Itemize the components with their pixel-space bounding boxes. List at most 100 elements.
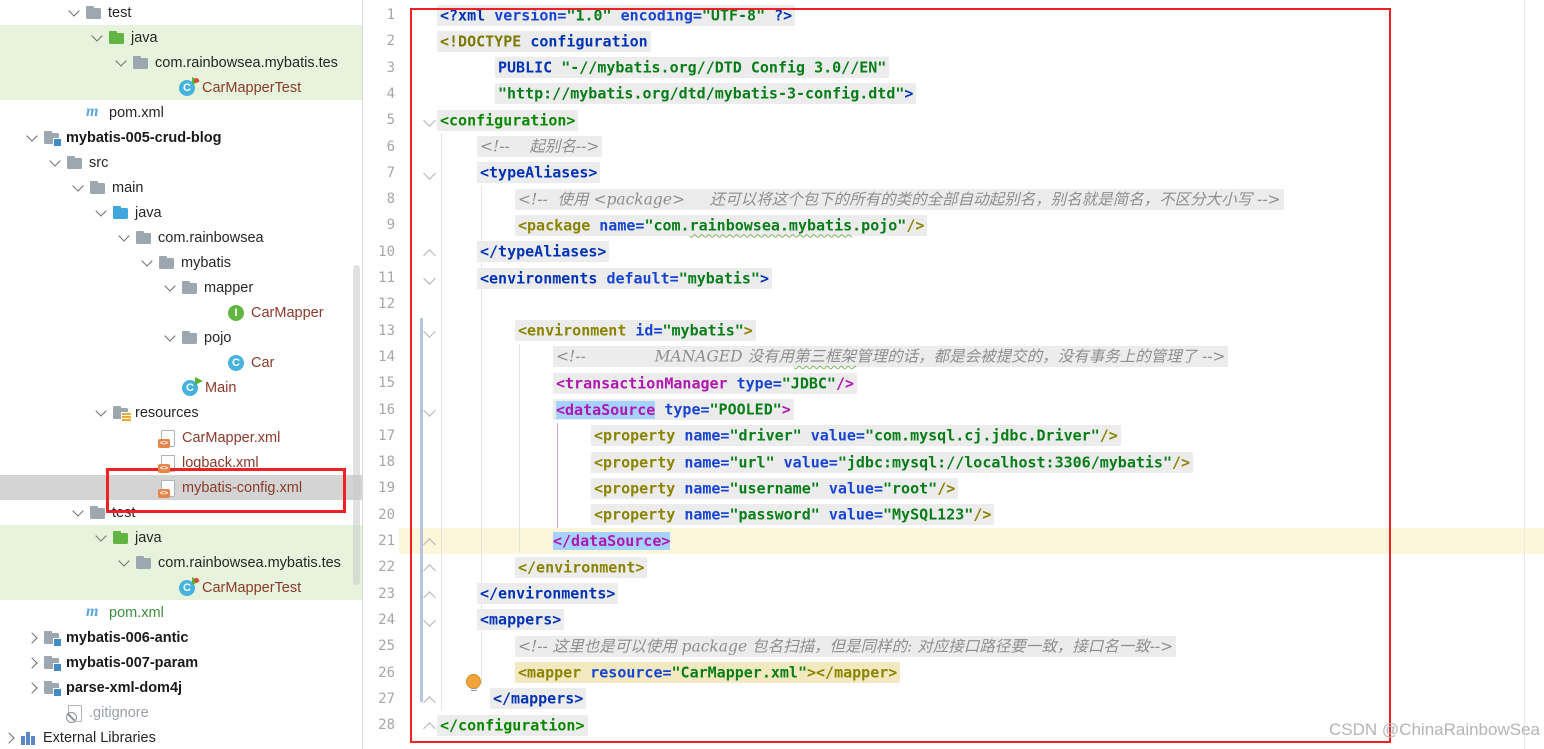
code-line-3[interactable]: 3PUBLIC "-//mybatis.org//DTD Config 3.0/…	[363, 55, 1544, 81]
code-text: </environments>	[477, 583, 618, 604]
tree-item-test[interactable]: test	[0, 500, 362, 525]
code-line-24[interactable]: 24<mappers>	[363, 607, 1544, 633]
code-line-14[interactable]: 14<!-- MANAGED 没有用第三框架管理的话，都是会被提交的，没有事务上…	[363, 344, 1544, 370]
tree-item-carmapper[interactable]: ICarMapper	[0, 300, 362, 325]
folder-module-icon	[43, 130, 61, 146]
code-line-7[interactable]: 7<typeAliases>	[363, 160, 1544, 186]
chevron-down-icon[interactable]	[26, 130, 37, 141]
code-line-4[interactable]: 4"http://mybatis.org/dtd/mybatis-3-confi…	[363, 81, 1544, 107]
intention-bulb-icon[interactable]	[466, 674, 481, 689]
chevron-right-icon[interactable]	[26, 682, 37, 693]
line-number: 3	[365, 55, 395, 81]
code-line-17[interactable]: 17<property name="driver" value="com.mys…	[363, 423, 1544, 449]
tree-scrollbar-thumb[interactable]	[353, 265, 360, 585]
tree-item-resources[interactable]: resources	[0, 400, 362, 425]
chevron-right-icon[interactable]	[3, 732, 14, 743]
tree-item-com-rainbowsea[interactable]: com.rainbowsea	[0, 225, 362, 250]
tree-item-java[interactable]: java	[0, 525, 362, 550]
tree-item-main[interactable]: CMain	[0, 375, 362, 400]
editor-panel[interactable]: 1<?xml version="1.0" encoding="UTF-8" ?>…	[363, 0, 1544, 749]
code-line-10[interactable]: 10</typeAliases>	[363, 239, 1544, 265]
tree-item-car[interactable]: CCar	[0, 350, 362, 375]
tree-item-java[interactable]: java	[0, 200, 362, 225]
fold-end-icon[interactable]	[423, 591, 436, 604]
tree-item-mapper[interactable]: mapper	[0, 275, 362, 300]
tree-item-logback-xml[interactable]: logback.xml	[0, 450, 362, 475]
line-number: 4	[365, 81, 395, 107]
tree-item-mybatis-005-crud-blog[interactable]: mybatis-005-crud-blog	[0, 125, 362, 150]
code-line-2[interactable]: 2<!DOCTYPE configuration	[363, 28, 1544, 54]
tree-item-java[interactable]: java	[0, 25, 362, 50]
code-line-27[interactable]: 27</mappers>	[363, 686, 1544, 712]
tree-item-mybatis-007-param[interactable]: mybatis-007-param	[0, 650, 362, 675]
tree-item-mybatis-config-xml[interactable]: mybatis-config.xml	[0, 475, 362, 500]
code-text: <dataSource type="POOLED">	[553, 399, 794, 420]
chevron-down-icon[interactable]	[95, 405, 106, 416]
code-text: <typeAliases>	[477, 162, 600, 183]
fold-expanded-icon[interactable]	[423, 167, 436, 180]
fold-expanded-icon[interactable]	[423, 325, 436, 338]
chevron-down-icon[interactable]	[115, 55, 126, 66]
chevron-down-icon[interactable]	[164, 330, 175, 341]
fold-expanded-icon[interactable]	[423, 614, 436, 627]
fold-end-icon[interactable]	[423, 249, 436, 262]
code-line-9[interactable]: 9<package name="com.rainbowsea.mybatis.p…	[363, 212, 1544, 238]
chevron-down-icon[interactable]	[95, 205, 106, 216]
tree-item-com-rainbowsea-mybatis-tes[interactable]: com.rainbowsea.mybatis.tes	[0, 50, 362, 75]
chevron-down-icon[interactable]	[118, 555, 129, 566]
code-line-16[interactable]: 16<dataSource type="POOLED">	[363, 397, 1544, 423]
chevron-down-icon[interactable]	[141, 255, 152, 266]
code-line-20[interactable]: 20<property name="password" value="MySQL…	[363, 502, 1544, 528]
chevron-down-icon[interactable]	[72, 505, 83, 516]
code-line-18[interactable]: 18<property name="url" value="jdbc:mysql…	[363, 449, 1544, 475]
chevron-down-icon[interactable]	[118, 230, 129, 241]
code-text: <mapper resource="CarMapper.xml"></mappe…	[515, 662, 900, 683]
project-tree-panel: testjavacom.rainbowsea.mybatis.tesCCarMa…	[0, 0, 362, 749]
code-line-13[interactable]: 13<environment id="mybatis">	[363, 318, 1544, 344]
tree-item-carmappertest[interactable]: CCarMapperTest	[0, 575, 362, 600]
code-line-11[interactable]: 11<environments default="mybatis">	[363, 265, 1544, 291]
fold-end-icon[interactable]	[423, 538, 436, 551]
code-line-25[interactable]: 25<!-- 这里也是可以使用 package 包名扫描，但是同样的: 对应接口…	[363, 633, 1544, 659]
chevron-down-icon[interactable]	[91, 30, 102, 41]
chevron-down-icon[interactable]	[68, 5, 79, 16]
chevron-right-icon[interactable]	[26, 632, 37, 643]
code-line-22[interactable]: 22</environment>	[363, 554, 1544, 580]
code-line-15[interactable]: 15<transactionManager type="JDBC"/>	[363, 370, 1544, 396]
chevron-down-icon[interactable]	[72, 180, 83, 191]
chevron-down-icon[interactable]	[164, 280, 175, 291]
tree-item-carmapper-xml[interactable]: CarMapper.xml	[0, 425, 362, 450]
chevron-right-icon[interactable]	[26, 657, 37, 668]
code-line-19[interactable]: 19<property name="username" value="root"…	[363, 475, 1544, 501]
code-line-23[interactable]: 23</environments>	[363, 581, 1544, 607]
tree-item-src[interactable]: src	[0, 150, 362, 175]
chevron-down-icon[interactable]	[49, 155, 60, 166]
fold-expanded-icon[interactable]	[423, 272, 436, 285]
tree-item-pom-xml[interactable]: mpom.xml	[0, 600, 362, 625]
tree-item-main[interactable]: main	[0, 175, 362, 200]
tree-item-pojo[interactable]: pojo	[0, 325, 362, 350]
code-line-21[interactable]: 21</dataSource>	[363, 528, 1544, 554]
chevron-down-icon[interactable]	[95, 530, 106, 541]
code-line-6[interactable]: 6<!-- 起别名-->	[363, 134, 1544, 160]
code-line-1[interactable]: 1<?xml version="1.0" encoding="UTF-8" ?>	[363, 2, 1544, 28]
tree-item-carmappertest[interactable]: CCarMapperTest	[0, 75, 362, 100]
tree-item--gitignore[interactable]: .gitignore	[0, 700, 362, 725]
fold-expanded-icon[interactable]	[423, 114, 436, 127]
fold-end-icon[interactable]	[423, 722, 436, 735]
tree-item-test[interactable]: test	[0, 0, 362, 25]
tree-item-mybatis-006-antic[interactable]: mybatis-006-antic	[0, 625, 362, 650]
tree-item-pom-xml[interactable]: mpom.xml	[0, 100, 362, 125]
fold-expanded-icon[interactable]	[423, 404, 436, 417]
tree-item-parse-xml-dom4j[interactable]: parse-xml-dom4j	[0, 675, 362, 700]
tree-item-label: External Libraries	[43, 730, 156, 746]
code-line-26[interactable]: 26<mapper resource="CarMapper.xml"></map…	[363, 660, 1544, 686]
tree-item-external-libraries[interactable]: External Libraries	[0, 725, 362, 749]
fold-end-icon[interactable]	[423, 564, 436, 577]
code-line-8[interactable]: 8<!-- 使用 <package> 还可以将这个包下的所有的类的全部自动起别名…	[363, 186, 1544, 212]
tree-item-mybatis[interactable]: mybatis	[0, 250, 362, 275]
code-line-12[interactable]: 12	[363, 291, 1544, 317]
tree-item-com-rainbowsea-mybatis-tes[interactable]: com.rainbowsea.mybatis.tes	[0, 550, 362, 575]
code-line-5[interactable]: 5<configuration>	[363, 107, 1544, 133]
fold-end-icon[interactable]	[423, 696, 436, 709]
